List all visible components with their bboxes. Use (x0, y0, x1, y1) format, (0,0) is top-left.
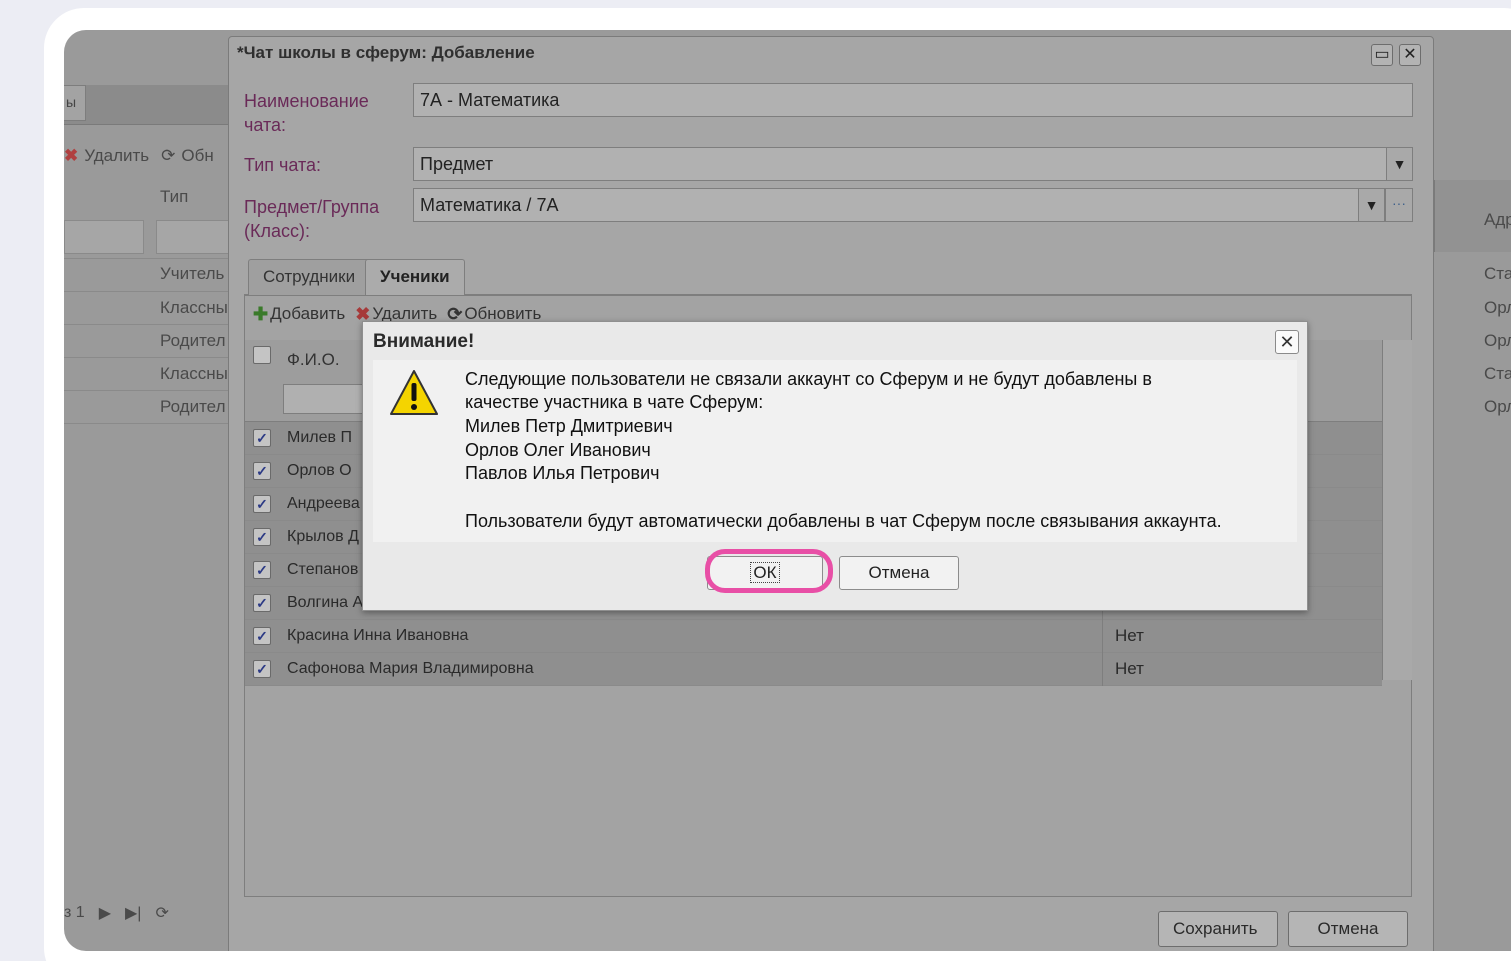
pager-text: з 1 (64, 904, 85, 921)
dialog-message-line: Следующие пользователи не связали аккаун… (465, 369, 1152, 389)
linked-value: Нет (1115, 659, 1144, 678)
student-name: Сафонова Мария Владимировна (287, 660, 534, 677)
column-divider (1102, 620, 1103, 653)
background-address-cell: Орл (1484, 397, 1511, 416)
checkbox-icon[interactable]: ✓ (253, 660, 271, 678)
checkbox-icon[interactable]: ✓ (253, 561, 271, 579)
label-line: Наименование (244, 91, 369, 111)
student-name: Красина Инна Ивановна (287, 627, 469, 644)
student-name: Степанов (287, 561, 359, 578)
background-row[interactable]: Классны (160, 298, 228, 318)
next-page-icon[interactable]: ▶ (99, 903, 111, 923)
window-title: *Чат школы в сферум: Добавление (237, 43, 535, 62)
checkbox-icon[interactable]: ✓ (253, 528, 271, 546)
student-name: Волгина А (287, 594, 364, 611)
ok-highlight-annotation (705, 549, 833, 593)
background-row[interactable]: Родител (160, 331, 226, 351)
background-column-address: Адр (1484, 210, 1511, 229)
background-tab[interactable]: ы (64, 85, 86, 121)
background-row[interactable]: Учитель (160, 264, 224, 284)
row-divider (64, 423, 234, 424)
student-name: Милев П (287, 429, 352, 446)
add-button-label: Добавить (270, 304, 346, 323)
add-icon: ✚ (253, 304, 269, 324)
refresh-icon[interactable]: ⟳ (155, 903, 168, 923)
row-divider (64, 357, 234, 358)
checkbox-icon[interactable]: ✓ (253, 495, 271, 513)
linked-value: Нет (1115, 626, 1144, 645)
maximize-icon[interactable]: ▭ (1371, 44, 1393, 66)
checkbox-icon[interactable]: ✓ (253, 429, 271, 447)
warning-icon (390, 370, 438, 415)
dropdown-arrow-icon[interactable]: ▼ (1386, 148, 1412, 180)
background-filter-input[interactable] (64, 220, 144, 254)
column-divider (1102, 653, 1103, 686)
close-icon[interactable]: ✕ (1399, 44, 1421, 66)
row-divider (64, 390, 234, 391)
table-row[interactable]: ✓ Красина Инна Ивановна Нет (245, 620, 1382, 653)
table-row[interactable]: ✓ Сафонова Мария Владимировна Нет (245, 653, 1382, 686)
background-row[interactable]: Классны (160, 364, 228, 384)
dialog-title: Внимание! (373, 331, 475, 352)
column-fio: Ф.И.О. (287, 350, 340, 369)
dialog-message-line: качестве участника в чате Сферум: (465, 392, 764, 412)
dialog-footer-line: Пользователи будут автоматически добавле… (465, 511, 1222, 531)
checkbox-icon[interactable]: ✓ (253, 462, 271, 480)
background-delete-button[interactable]: Удалить (84, 146, 149, 166)
save-button[interactable]: Сохранить (1158, 911, 1278, 947)
student-name: Крылов Д (287, 528, 359, 545)
background-column-type: Тип (160, 187, 189, 206)
label-line: (Класс): (244, 221, 310, 241)
dialog-cancel-button[interactable]: Отмена (839, 556, 959, 590)
background-tab-strip (64, 85, 228, 125)
chat-type-label: Тип чата: (244, 155, 322, 175)
student-name: Андреева (287, 495, 360, 512)
background-toolbar: ✖ Удалить ⟳ Обн (64, 140, 214, 172)
chat-type-select[interactable]: Предмет ▼ (413, 147, 1413, 181)
background-pager: з 1 ▶ ▶| ⟳ (64, 900, 169, 926)
refresh-icon: ⟳ (161, 146, 176, 165)
background-filter-input[interactable] (156, 220, 236, 254)
background-address-cell: Ста (1484, 364, 1511, 383)
add-button[interactable]: ✚ Добавить (253, 304, 345, 324)
tab-strip: Сотрудники Ученики (244, 255, 1412, 295)
background-address-cell: Ста (1484, 264, 1511, 283)
tab-employees[interactable]: Сотрудники (248, 259, 371, 295)
background-address-cell: Орл (1484, 298, 1511, 317)
student-name: Орлов О (287, 462, 352, 479)
row-divider (64, 258, 234, 259)
delete-icon: ✖ (64, 146, 79, 165)
dialog-message-line: Павлов Илья Петрович (465, 463, 660, 483)
background-row[interactable]: Родител (160, 397, 226, 417)
close-icon[interactable]: ✕ (1275, 330, 1299, 354)
checkbox-icon[interactable]: ✓ (253, 627, 271, 645)
row-divider (64, 324, 234, 325)
tab-students[interactable]: Ученики (365, 259, 465, 295)
subject-group-select[interactable]: Математика / 7А ▼ (413, 188, 1385, 222)
chat-type-value: Предмет (420, 154, 494, 174)
select-all-checkbox[interactable] (253, 346, 271, 364)
chat-name-label: Наименование чата: (244, 89, 369, 137)
subject-group-value: Математика / 7А (420, 195, 559, 215)
dialog-message-line: Орлов Олег Иванович (465, 440, 651, 460)
grid-scrollbar[interactable] (1382, 340, 1412, 680)
dropdown-arrow-icon[interactable]: ▼ (1358, 189, 1384, 221)
background-refresh-button[interactable]: Обн (181, 146, 213, 166)
dialog-body: Следующие пользователи не связали аккаун… (373, 360, 1297, 542)
dialog-message-line: Милев Петр Дмитриевич (465, 416, 673, 436)
chat-name-input[interactable]: 7А - Математика (413, 83, 1413, 117)
label-line: Предмет/Группа (244, 197, 380, 217)
checkbox-icon[interactable]: ✓ (253, 594, 271, 612)
last-page-icon[interactable]: ▶| (125, 903, 141, 923)
warning-dialog: Внимание! ✕ Следующие пользователи не св… (362, 321, 1308, 611)
subject-group-label: Предмет/Группа (Класс): (244, 195, 379, 243)
label-line: чата: (244, 115, 287, 135)
app-screenshot: ы ✖ Удалить ⟳ Обн Тип Учитель Классны Ро… (64, 30, 1511, 951)
ellipsis-icon[interactable]: ··· (1385, 188, 1413, 222)
cancel-button[interactable]: Отмена (1288, 911, 1408, 947)
row-divider (64, 291, 234, 292)
fio-filter-input[interactable] (283, 384, 363, 414)
background-address-cell: Орл (1484, 331, 1511, 350)
